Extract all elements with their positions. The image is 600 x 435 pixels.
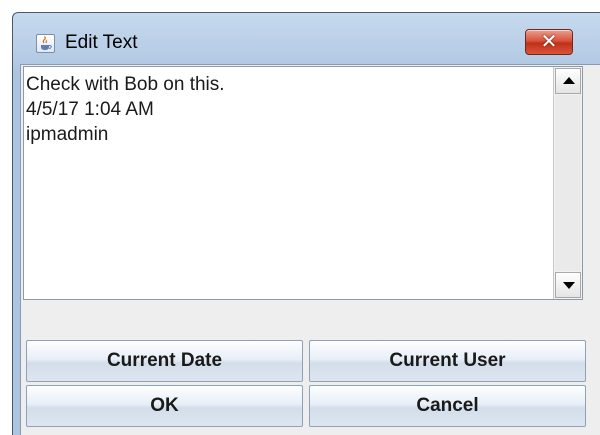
scroll-track[interactable] bbox=[555, 95, 581, 271]
vertical-scrollbar[interactable] bbox=[553, 67, 582, 299]
text-line: Check with Bob on this. bbox=[26, 74, 225, 95]
text-area-frame: Check with Bob on this. 4/5/17 1:04 AM i… bbox=[23, 66, 583, 300]
edit-text-dialog: Edit Text ✕ Check with Bob on this. 4/5/… bbox=[12, 12, 600, 435]
text-line: ipmadmin bbox=[26, 124, 109, 145]
scroll-up-button[interactable] bbox=[555, 68, 581, 94]
text-area[interactable]: Check with Bob on this. 4/5/17 1:04 AM i… bbox=[24, 67, 554, 299]
ok-button[interactable]: OK bbox=[26, 385, 303, 427]
current-user-button[interactable]: Current User bbox=[309, 340, 586, 382]
close-button[interactable]: ✕ bbox=[525, 29, 573, 55]
arrow-down-icon bbox=[563, 282, 575, 289]
arrow-up-icon bbox=[563, 77, 575, 84]
scroll-down-button[interactable] bbox=[555, 272, 581, 298]
cancel-button[interactable]: Cancel bbox=[309, 385, 586, 427]
close-icon: ✕ bbox=[540, 31, 558, 53]
window-title: Edit Text bbox=[65, 32, 138, 53]
current-date-button[interactable]: Current Date bbox=[26, 340, 303, 382]
text-line: 4/5/17 1:04 AM bbox=[26, 99, 154, 120]
title-bar[interactable]: Edit Text ✕ bbox=[13, 13, 600, 71]
java-cup-icon bbox=[36, 34, 55, 53]
